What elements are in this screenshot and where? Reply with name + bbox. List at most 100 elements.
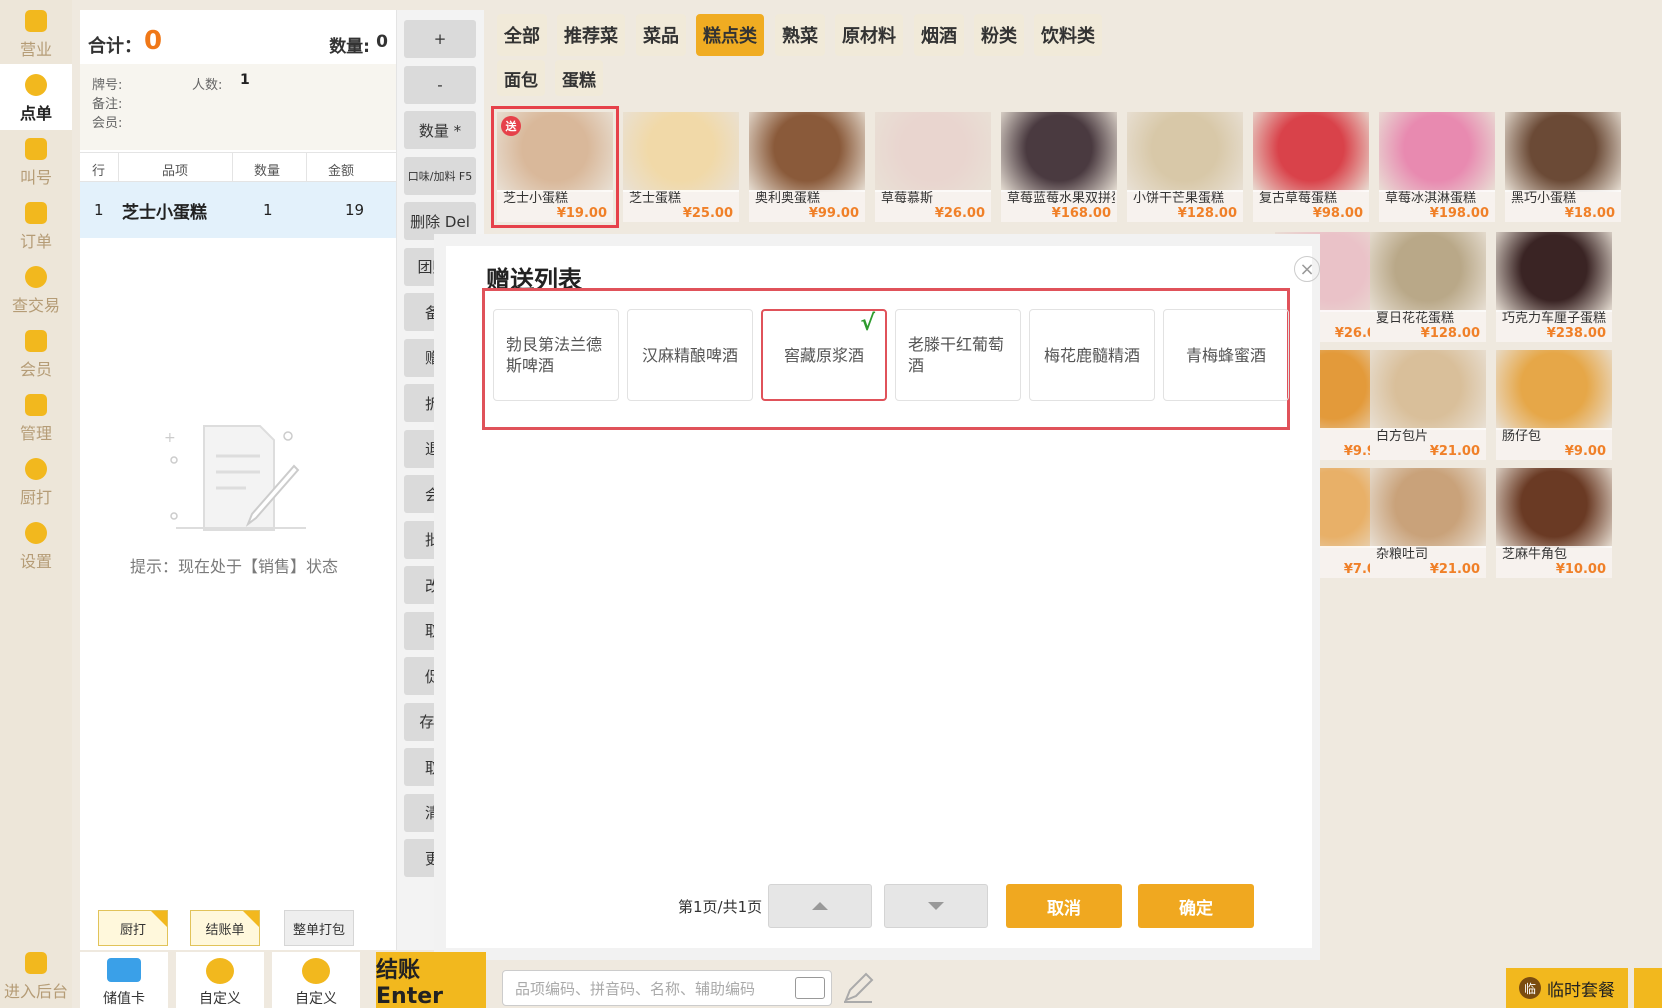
product-label: 草莓慕斯 ¥26.00 [875, 190, 991, 222]
product-image [623, 112, 739, 192]
product-name: 复古草莓蛋糕 [1259, 191, 1338, 206]
product-price: ¥18.00 [1564, 206, 1615, 221]
gift-option-5[interactable]: 青梅蜂蜜酒 [1163, 309, 1289, 401]
custom-button-2[interactable]: 自定义 [272, 952, 360, 1008]
row-line: 1 [94, 201, 104, 219]
category-tab-6[interactable]: 烟酒 [914, 14, 964, 56]
custom-label-2: 自定义 [295, 991, 337, 1007]
temp-combo-button[interactable]: 临 临时套餐 [1506, 968, 1628, 1008]
product-image [1370, 468, 1486, 548]
product-price: ¥198.00 [1429, 206, 1489, 221]
stored-card-button[interactable]: 储值卡 [80, 952, 168, 1008]
category-tab-8[interactable]: 饮料类 [1034, 14, 1102, 56]
kitchen-print-toggle[interactable]: 厨打 [98, 910, 168, 946]
handwriting-icon[interactable] [842, 972, 874, 1004]
enter-backend-button[interactable]: 进入后台 [0, 942, 72, 1008]
card-number-label: 牌号: [92, 78, 123, 93]
quantity-label: 数量: [329, 37, 370, 57]
gift-option-2[interactable]: 窖藏原浆酒 √ [761, 309, 887, 401]
order-icon [25, 202, 47, 224]
product-price: ¥21.00 [1429, 562, 1480, 577]
product-card[interactable]: 草莓蓝莓水果双拼蛋糕¥168.00 [1001, 112, 1117, 222]
confirm-button[interactable]: 确定 [1138, 884, 1254, 928]
nav-item-2[interactable]: 叫号 [0, 128, 72, 194]
product-card[interactable]: 杂粮吐司 ¥21.00 [1370, 468, 1486, 578]
stored-card-label: 储值卡 [103, 991, 145, 1007]
category-tab-1[interactable]: 推荐菜 [557, 14, 625, 56]
product-name: 肠仔包 [1502, 429, 1542, 444]
list-icon [25, 394, 47, 416]
table-row[interactable]: 1 芝士小蛋糕 1 19 [80, 182, 396, 238]
row-amount: 19 [345, 201, 365, 219]
monitor-icon [25, 952, 47, 974]
search-input[interactable]: 品项编码、拼音码、名称、辅助编码 [502, 970, 832, 1006]
pager-text: 第1页/共1页 [678, 898, 763, 916]
product-label: 复古草莓蛋糕 ¥98.00 [1253, 190, 1369, 222]
product-image [1253, 112, 1369, 192]
category-tab-0[interactable]: 全部 [497, 14, 547, 56]
temp-combo-label: 临时套餐 [1547, 980, 1615, 1001]
product-card[interactable]: 肠仔包 ¥9.00 [1496, 350, 1612, 460]
category-tab-2[interactable]: 菜品 [636, 14, 686, 56]
keyboard-icon[interactable] [795, 977, 825, 999]
product-label: 小饼干芒果蛋糕 ¥128.00 [1127, 190, 1243, 222]
row-qty: 1 [263, 201, 273, 219]
nav-item-3[interactable]: 订单 [0, 192, 72, 258]
product-price: ¥25.00 [682, 206, 733, 221]
product-card[interactable]: 奥利奥蛋糕 ¥99.00 [749, 112, 865, 222]
product-card[interactable]: 黑巧小蛋糕 ¥18.00 [1505, 112, 1621, 222]
subcategory-tab-1[interactable]: 蛋糕 [555, 60, 603, 96]
search-placeholder: 品项编码、拼音码、名称、辅助编码 [515, 979, 756, 998]
product-card[interactable]: 复古草莓蛋糕 ¥98.00 [1253, 112, 1369, 222]
nav-item-7[interactable]: 厨打 [0, 448, 72, 514]
nav-label: 叫号 [19, 168, 52, 187]
product-name: 巧克力车厘子蛋糕 [1502, 311, 1607, 326]
page-up-button[interactable] [768, 884, 872, 928]
gift-option-0[interactable]: 勃艮第法兰德斯啤酒 [493, 309, 619, 401]
func-button-2[interactable]: 数量 * [404, 111, 476, 149]
category-tab-7[interactable]: 粉类 [974, 14, 1024, 56]
product-label: 肠仔包 ¥9.00 [1496, 428, 1612, 460]
product-card[interactable]: 白方包片 ¥21.00 [1370, 350, 1486, 460]
product-card[interactable]: 小饼干芒果蛋糕 ¥128.00 [1127, 112, 1243, 222]
product-card[interactable]: 夏日花花蛋糕 ¥128.00 [1370, 232, 1486, 342]
nav-item-6[interactable]: 管理 [0, 384, 72, 450]
category-tab-4[interactable]: 熟菜 [775, 14, 825, 56]
func-button-3[interactable]: 口味/加料 F5 [404, 156, 476, 195]
func-button-1[interactable]: - [404, 65, 476, 104]
gift-option-1[interactable]: 汉麻精酿啤酒 [627, 309, 753, 401]
gift-option-label: 勃艮第法兰德斯啤酒 [506, 335, 603, 375]
gift-option-3[interactable]: 老滕干红葡萄酒 [895, 309, 1021, 401]
product-price: ¥10.00 [1555, 562, 1606, 577]
nav-item-0[interactable]: 营业 [0, 0, 72, 66]
category-tab-5[interactable]: 原材料 [835, 14, 903, 56]
cancel-button[interactable]: 取消 [1006, 884, 1122, 928]
checkout-bill-toggle[interactable]: 结账单 [190, 910, 260, 946]
nav-label: 设置 [19, 552, 52, 571]
category-tab-3[interactable]: 糕点类 [696, 14, 764, 56]
check-icon: √ [860, 311, 875, 336]
gift-option-4[interactable]: 梅花鹿髓精酒 [1029, 309, 1155, 401]
nav-item-8[interactable]: 设置 [0, 512, 72, 578]
more-edge-button[interactable] [1634, 968, 1662, 1008]
subcategory-tab-0[interactable]: 面包 [497, 60, 545, 96]
nav-item-4[interactable]: 查交易 [0, 256, 72, 322]
product-card[interactable]: 芝麻牛角包 ¥10.00 [1496, 468, 1612, 578]
product-name: 夏日花花蛋糕 [1376, 311, 1455, 326]
pay-button[interactable]: 结账Enter [376, 952, 486, 1008]
custom-button-1[interactable]: 自定义 [176, 952, 264, 1008]
product-card[interactable]: 芝士蛋糕 ¥25.00 [623, 112, 739, 222]
product-card[interactable]: 巧克力车厘子蛋糕 ¥238.00 [1496, 232, 1612, 342]
nav-item-5[interactable]: 会员 [0, 320, 72, 386]
close-icon[interactable]: × [1294, 256, 1320, 282]
nav-item-1[interactable]: 点单 [0, 64, 72, 130]
product-card[interactable]: 草莓冰淇淋蛋糕 ¥198.00 [1379, 112, 1495, 222]
product-card[interactable]: 草莓慕斯 ¥26.00 [875, 112, 991, 222]
product-price: ¥21.00 [1429, 444, 1480, 459]
pack-all-button[interactable]: 整单打包 [284, 910, 354, 946]
func-button-0[interactable]: + [404, 20, 476, 58]
temp-combo-icon: 临 [1519, 977, 1541, 999]
page-down-button[interactable] [884, 884, 988, 928]
product-card[interactable]: 送芝士小蛋糕 ¥19.00 [491, 106, 619, 228]
nav-label: 管理 [19, 424, 52, 443]
